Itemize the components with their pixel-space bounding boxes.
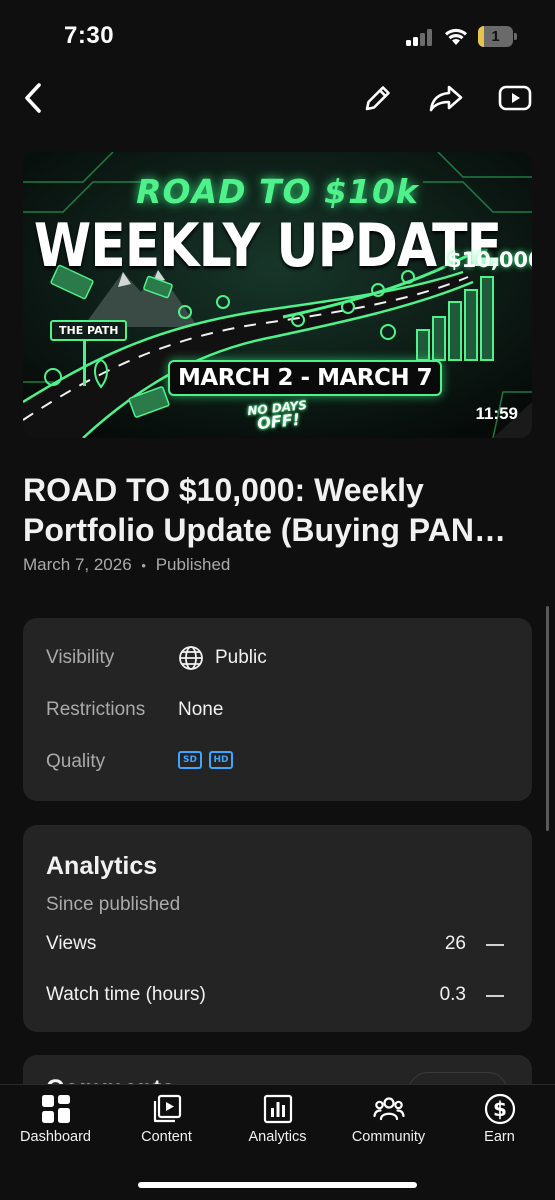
views-value: 26	[444, 933, 466, 954]
edit-button[interactable]	[362, 82, 394, 114]
visibility-label: Visibility	[46, 647, 115, 668]
share-button[interactable]	[428, 82, 464, 114]
quality-label: Quality	[46, 751, 106, 772]
nav-community[interactable]: Community	[333, 1085, 444, 1155]
video-title: ROAD TO $10,000: Weekly Portfolio Update…	[23, 472, 506, 548]
home-indicator[interactable]	[138, 1182, 417, 1188]
wifi-icon	[445, 28, 467, 45]
youtube-view-button[interactable]	[498, 84, 532, 112]
thumbnail-path-sign: THE PATH	[50, 320, 128, 341]
earn-dollar-icon: $	[484, 1093, 516, 1125]
watch-time-trend-dash-icon	[486, 995, 504, 997]
nav-dashboard-label: Dashboard	[20, 1129, 91, 1145]
nav-community-label: Community	[351, 1129, 426, 1145]
watch-time-label: Watch time (hours)	[46, 984, 206, 1005]
details-card[interactable]: Visibility Public Restrictions None Qual…	[23, 618, 532, 801]
meta-separator: •	[141, 558, 146, 573]
restrictions-value: None	[178, 699, 224, 720]
nav-earn-label: Earn	[484, 1129, 515, 1145]
video-date: March 7, 2026	[23, 555, 132, 574]
thumbnail-dates: MARCH 2 - MARCH 7	[168, 360, 443, 396]
thumbnail-amount: $10,000	[447, 248, 532, 272]
views-trend-dash-icon	[486, 944, 504, 946]
nav-dashboard[interactable]: Dashboard	[0, 1085, 111, 1155]
restrictions-label: Restrictions	[46, 699, 146, 720]
cellular-signal-icon	[406, 28, 434, 46]
nav-analytics-label: Analytics	[248, 1129, 307, 1145]
video-status: Published	[155, 555, 231, 574]
views-label: Views	[46, 933, 97, 954]
thumbnail-road-title: ROAD TO $10k	[136, 172, 419, 211]
nav-content-label: Content	[141, 1129, 192, 1145]
video-thumbnail[interactable]: ROAD TO $10k WEEKLY UPDATE $10,000 THE P…	[23, 152, 532, 438]
community-people-icon	[373, 1097, 405, 1121]
dashboard-grid-icon	[42, 1095, 70, 1123]
quality-badges: SD HD	[178, 751, 233, 769]
content-play-icon	[153, 1094, 182, 1123]
status-time: 7:30	[64, 22, 115, 49]
video-duration: 11:59	[475, 404, 518, 423]
scrollbar[interactable]	[546, 606, 549, 831]
battery-level: 1	[491, 28, 500, 45]
analytics-chart-icon	[263, 1094, 293, 1124]
nav-earn[interactable]: $ Earn	[444, 1085, 555, 1155]
back-button[interactable]	[20, 80, 48, 116]
analytics-title: Analytics	[46, 852, 158, 880]
visibility-value: Public	[215, 647, 267, 668]
globe-icon	[179, 646, 203, 670]
video-meta: March 7, 2026 • Published	[23, 555, 230, 575]
thumbnail-headline: WEEKLY UPDATE	[33, 212, 502, 281]
watch-time-value: 0.3	[439, 984, 466, 1005]
svg-text:$: $	[493, 1097, 507, 1121]
nav-analytics[interactable]: Analytics	[222, 1085, 333, 1155]
analytics-subtitle: Since published	[46, 894, 181, 915]
battery-icon: 1	[478, 26, 518, 47]
hd-badge-icon: HD	[209, 751, 233, 769]
analytics-card[interactable]: Analytics Since published Views 26 Watch…	[23, 825, 532, 1032]
nav-content[interactable]: Content	[111, 1085, 222, 1155]
sd-badge-icon: SD	[178, 751, 202, 769]
